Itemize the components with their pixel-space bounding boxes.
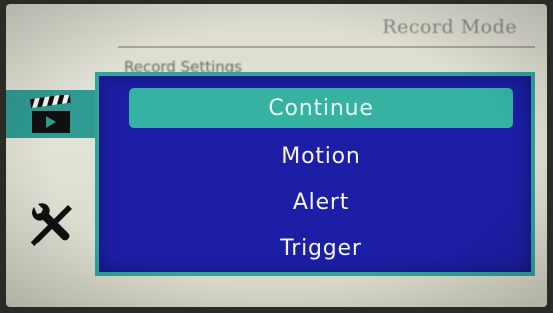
menu-item-continue[interactable]: Continue	[129, 88, 513, 128]
menu-item-alert[interactable]: Alert	[129, 182, 513, 222]
menu-item-trigger[interactable]: Trigger	[129, 228, 513, 268]
sidebar-item-settings[interactable]	[20, 202, 82, 248]
clapperboard-icon	[29, 95, 71, 133]
sidebar-item-record[interactable]	[20, 92, 82, 138]
device-screen: Record Mode Record Settings Continue Mot…	[6, 4, 547, 307]
menu-item-motion[interactable]: Motion	[129, 136, 513, 176]
title-divider	[118, 46, 535, 48]
record-mode-menu: Continue Motion Alert Trigger	[95, 72, 535, 276]
tools-icon	[30, 203, 72, 246]
screen-title: Record Mode	[382, 16, 517, 38]
